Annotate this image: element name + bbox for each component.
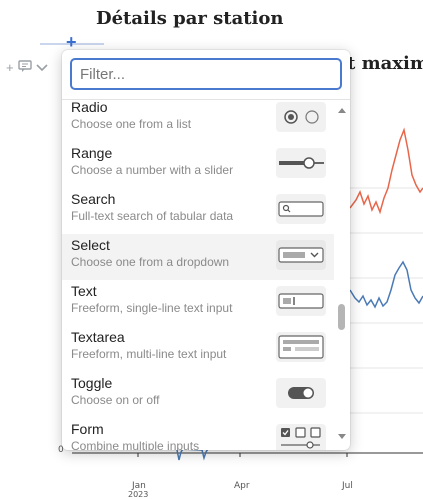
scroll-down-arrow-icon[interactable]	[338, 434, 346, 439]
series-line	[176, 448, 209, 461]
x-tick-label: Jul	[342, 481, 353, 491]
menu-item-range[interactable]: Range Choose a number with a slider	[62, 142, 334, 188]
slider-icon	[276, 148, 326, 178]
menu-item-label: Radio	[71, 100, 108, 115]
menu-item-desc: Full-text search of tabular data	[71, 209, 234, 223]
scrollbar[interactable]	[336, 106, 348, 442]
menu-item-text[interactable]: Text Freeform, single-line text input	[62, 280, 334, 326]
dropdown-icon	[276, 240, 326, 270]
filter-input[interactable]	[70, 58, 342, 90]
text-input-icon	[276, 286, 326, 316]
menu-item-form[interactable]: Form Combine multiple inputs	[62, 418, 334, 450]
series-line	[349, 127, 423, 215]
menu-item-label: Textarea	[71, 329, 125, 345]
chevron-down-icon[interactable]	[36, 60, 48, 75]
radio-icon	[276, 102, 326, 132]
menu-item-desc: Choose on or off	[71, 393, 160, 407]
page-title: Détails par station	[96, 8, 284, 29]
x-tick-sublabel: 2023	[128, 490, 149, 499]
menu-item-desc: Choose one from a list	[71, 117, 192, 131]
menu-item-desc: Freeform, multi-line text input	[71, 347, 227, 361]
plus-icon[interactable]: +	[6, 60, 14, 75]
menu-item-desc: Freeform, single-line text input	[71, 301, 233, 315]
menu-item-label: Toggle	[71, 375, 113, 391]
comment-icon[interactable]	[17, 60, 32, 75]
search-field-icon	[276, 194, 326, 224]
menu-item-label: Text	[71, 283, 97, 299]
menu-item-textarea[interactable]: Textarea Freeform, multi-line text input	[62, 326, 334, 372]
menu-item-radio[interactable]: Radio Choose one from a list	[62, 100, 334, 142]
menu-item-desc: Choose a number with a slider	[71, 163, 234, 177]
scroll-up-arrow-icon[interactable]	[338, 108, 346, 113]
menu-item-search[interactable]: Search Full-text search of tabular data	[62, 188, 334, 234]
filter-field	[70, 58, 342, 90]
series-line	[349, 260, 423, 309]
cell-toolbar: +	[6, 60, 48, 75]
menu-item-label: Search	[71, 191, 116, 207]
menu-item-label: Form	[71, 421, 104, 437]
menu-item-desc: Combine multiple inputs	[71, 439, 200, 450]
menu-item-label: Range	[71, 145, 113, 161]
menu-list: Radio Choose one from a list Range Choos…	[62, 100, 334, 450]
menu-item-toggle[interactable]: Toggle Choose on or off	[62, 372, 334, 418]
plus-icon[interactable]: +	[66, 33, 77, 51]
menu-item-select[interactable]: Select Choose one from a dropdown	[62, 234, 334, 280]
textarea-icon	[276, 332, 326, 362]
x-tick-label: Apr	[234, 481, 250, 491]
menu-item-desc: Choose one from a dropdown	[71, 255, 230, 269]
chart-title: t maxim	[347, 53, 423, 74]
input-type-menu: Radio Choose one from a list Range Choos…	[62, 50, 350, 450]
toggle-icon	[276, 378, 326, 408]
scrollbar-thumb[interactable]	[338, 304, 345, 330]
menu-item-label: Select	[71, 237, 110, 253]
form-icon	[276, 424, 326, 450]
